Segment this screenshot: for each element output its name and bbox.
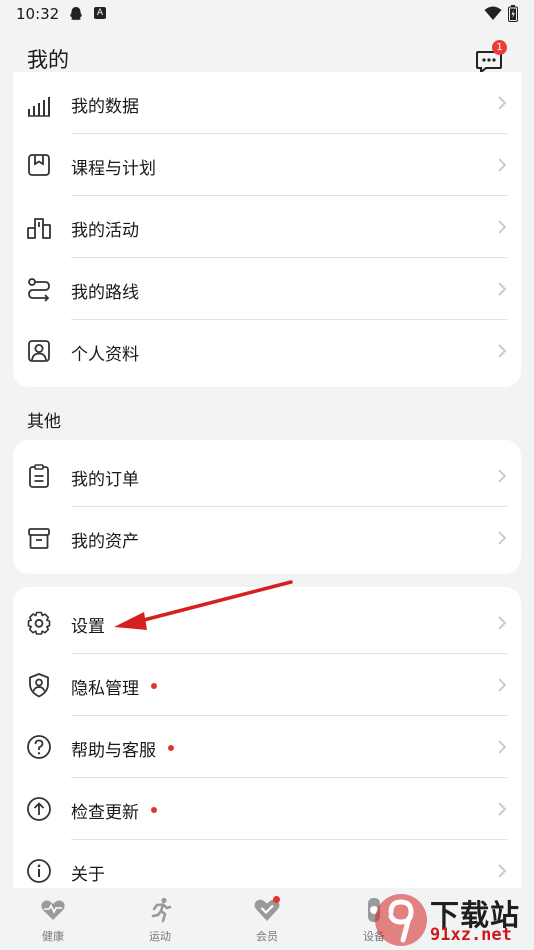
menu-item-text: 检查更新 [71,803,139,823]
red-dot-badge [273,896,280,903]
menu-item-privacy[interactable]: 隐私管理 [13,654,521,716]
menu-item-help[interactable]: 帮助与客服 [13,716,521,778]
page-title: 我的 [27,48,69,72]
tab-exercise[interactable]: 运动 [130,896,190,944]
other-card: 我的订单 我的资产 [13,440,521,574]
menu-item-my-data[interactable]: 我的数据 [13,72,521,134]
status-time: 10:32 [16,5,60,23]
watermark-logo [375,894,427,946]
menu-item-courses-plans[interactable]: 课程与计划 [13,134,521,196]
help-icon [27,735,51,759]
chevron-right-icon [498,158,507,172]
menu-item-label: 设置 [71,617,105,637]
menu-item-label: 我的数据 [71,97,139,117]
running-icon [151,897,172,923]
clipboard-icon [29,464,49,488]
watermark-url: 91xz.net [430,925,512,945]
section-title-other: 其他 [27,412,61,432]
menu-item-label: 帮助与客服 [71,736,174,761]
menu-item-my-activities[interactable]: 我的活动 [13,196,521,258]
menu-item-about[interactable]: 关于 [13,840,521,888]
battery-icon [508,5,518,22]
chevron-right-icon [498,531,507,545]
chevron-right-icon [498,469,507,483]
route-icon [28,278,50,302]
podium-icon [27,218,51,239]
menu-item-label: 我的路线 [71,283,139,303]
chevron-right-icon [498,616,507,630]
qq-notification-icon [70,7,82,20]
status-bar: 10:32 A [0,0,534,28]
red-dot-badge [151,683,157,689]
shield-user-icon [29,673,49,698]
menu-item-label: 个人资料 [71,345,139,365]
menu-item-my-assets[interactable]: 我的资产 [13,507,521,569]
bar-chart-icon [28,97,50,117]
heart-pulse-icon [41,900,65,920]
box-icon [28,528,50,549]
tab-health[interactable]: 健康 [23,896,83,944]
chevron-right-icon [498,344,507,358]
menu-item-settings[interactable]: 设置 [13,592,521,654]
menu-item-label: 课程与计划 [71,159,156,179]
chevron-right-icon [498,678,507,692]
upload-icon [27,797,51,821]
bookmark-icon [28,154,50,176]
info-icon [27,859,51,883]
menu-item-text: 隐私管理 [71,679,139,699]
menu-item-my-routes[interactable]: 我的路线 [13,258,521,320]
menu-item-my-orders[interactable]: 我的订单 [13,445,521,507]
tab-member[interactable]: 会员 [237,896,297,944]
menu-item-label: 我的活动 [71,221,139,241]
site-watermark: 下载站 91xz.net [373,888,534,950]
chevron-right-icon [498,864,507,878]
tab-label: 会员 [256,930,278,943]
menu-item-label: 关于 [71,865,105,885]
tab-label: 运动 [149,930,171,943]
chevron-right-icon [498,282,507,296]
menu-item-label: 检查更新 [71,798,157,823]
message-badge: 1 [492,40,507,55]
wifi-icon [484,6,502,20]
menu-item-label: 我的订单 [71,470,139,490]
chevron-right-icon [498,802,507,816]
a-notification-icon: A [94,7,106,19]
chevron-right-icon [498,220,507,234]
tab-label: 健康 [42,930,64,943]
red-dot-badge [151,807,157,813]
profile-icon [28,340,50,362]
settings-card: 设置 隐私管理 帮助与客服 检查更新 关于 [13,587,521,888]
my-services-card: 我的数据 课程与计划 我的活动 我的路线 个人资料 [13,72,521,387]
menu-item-text: 帮助与客服 [71,741,156,761]
menu-item-profile[interactable]: 个人资料 [13,320,521,382]
menu-item-label: 我的资产 [71,532,139,552]
chevron-right-icon [498,96,507,110]
chevron-right-icon [498,740,507,754]
menu-item-label: 隐私管理 [71,674,157,699]
menu-item-check-update[interactable]: 检查更新 [13,778,521,840]
red-dot-badge [168,745,174,751]
gear-icon [27,611,51,635]
